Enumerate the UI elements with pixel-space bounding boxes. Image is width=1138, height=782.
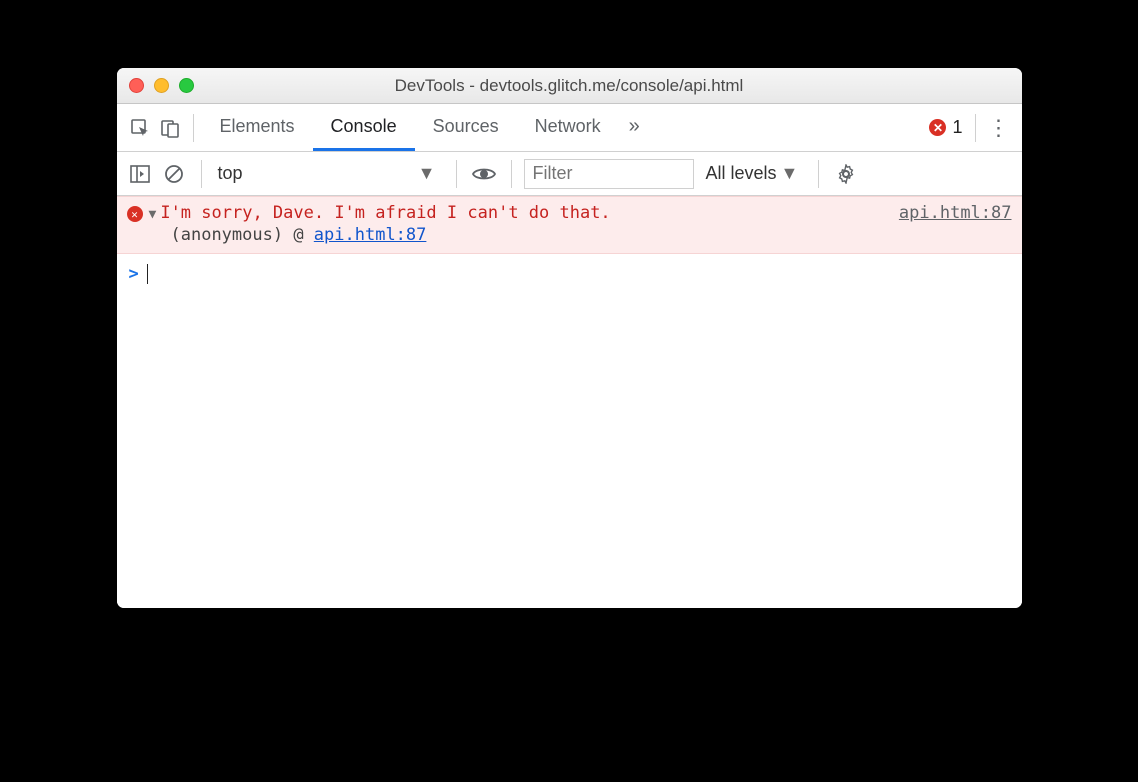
console-toolbar: top ▼ All levels ▼	[117, 152, 1022, 196]
main-tabs-row: Elements Console Sources Network » ✕ 1 ⋮	[117, 104, 1022, 152]
levels-label: All levels	[706, 163, 777, 184]
devtools-window: DevTools - devtools.glitch.me/console/ap…	[117, 68, 1022, 608]
stack-frame-link[interactable]: api.html:87	[314, 225, 427, 245]
divider	[818, 160, 819, 188]
chevron-down-icon: ▼	[418, 163, 436, 184]
device-toolbar-icon[interactable]	[155, 113, 185, 143]
minimize-window-button[interactable]	[154, 78, 169, 93]
window-title: DevTools - devtools.glitch.me/console/ap…	[117, 76, 1022, 96]
console-settings-icon[interactable]	[831, 159, 861, 189]
stack-trace: (anonymous) @ api.html:87	[171, 225, 1012, 245]
live-expression-icon[interactable]	[469, 159, 499, 189]
inspect-element-icon[interactable]	[125, 113, 155, 143]
clear-console-icon[interactable]	[159, 159, 189, 189]
more-options-button[interactable]: ⋮	[984, 113, 1014, 143]
text-cursor	[147, 264, 148, 284]
tab-network[interactable]: Network	[517, 104, 619, 151]
zoom-window-button[interactable]	[179, 78, 194, 93]
console-output: ✕ ▼ I'm sorry, Dave. I'm afraid I can't …	[117, 196, 1022, 608]
console-error-message[interactable]: ✕ ▼ I'm sorry, Dave. I'm afraid I can't …	[117, 196, 1022, 254]
tabs: Elements Console Sources Network »	[202, 104, 650, 151]
chevron-down-icon: ▼	[781, 163, 799, 184]
log-levels-select[interactable]: All levels ▼	[698, 163, 807, 184]
error-icon: ✕	[929, 119, 946, 136]
prompt-caret-icon: >	[129, 264, 139, 284]
error-source-link[interactable]: api.html:87	[899, 203, 1012, 223]
titlebar: DevTools - devtools.glitch.me/console/ap…	[117, 68, 1022, 104]
close-window-button[interactable]	[129, 78, 144, 93]
console-prompt[interactable]: >	[117, 254, 1022, 294]
divider	[456, 160, 457, 188]
error-count-badge[interactable]: ✕ 1	[929, 117, 962, 138]
error-text: I'm sorry, Dave. I'm afraid I can't do t…	[160, 203, 899, 223]
tab-console[interactable]: Console	[313, 104, 415, 151]
tab-elements[interactable]: Elements	[202, 104, 313, 151]
stack-frame-label: (anonymous) @	[171, 225, 314, 245]
tabs-overflow-button[interactable]: »	[619, 104, 650, 151]
traffic-lights	[129, 78, 194, 93]
divider	[201, 160, 202, 188]
error-icon: ✕	[127, 206, 143, 222]
execution-context-select[interactable]: top ▼	[214, 159, 444, 189]
filter-input[interactable]	[524, 159, 694, 189]
divider	[511, 160, 512, 188]
context-label: top	[218, 163, 243, 184]
toggle-sidebar-icon[interactable]	[125, 159, 155, 189]
error-count: 1	[952, 117, 962, 138]
tab-sources[interactable]: Sources	[415, 104, 517, 151]
divider	[193, 114, 194, 142]
disclosure-triangle-icon[interactable]: ▼	[149, 207, 157, 222]
divider	[975, 114, 976, 142]
